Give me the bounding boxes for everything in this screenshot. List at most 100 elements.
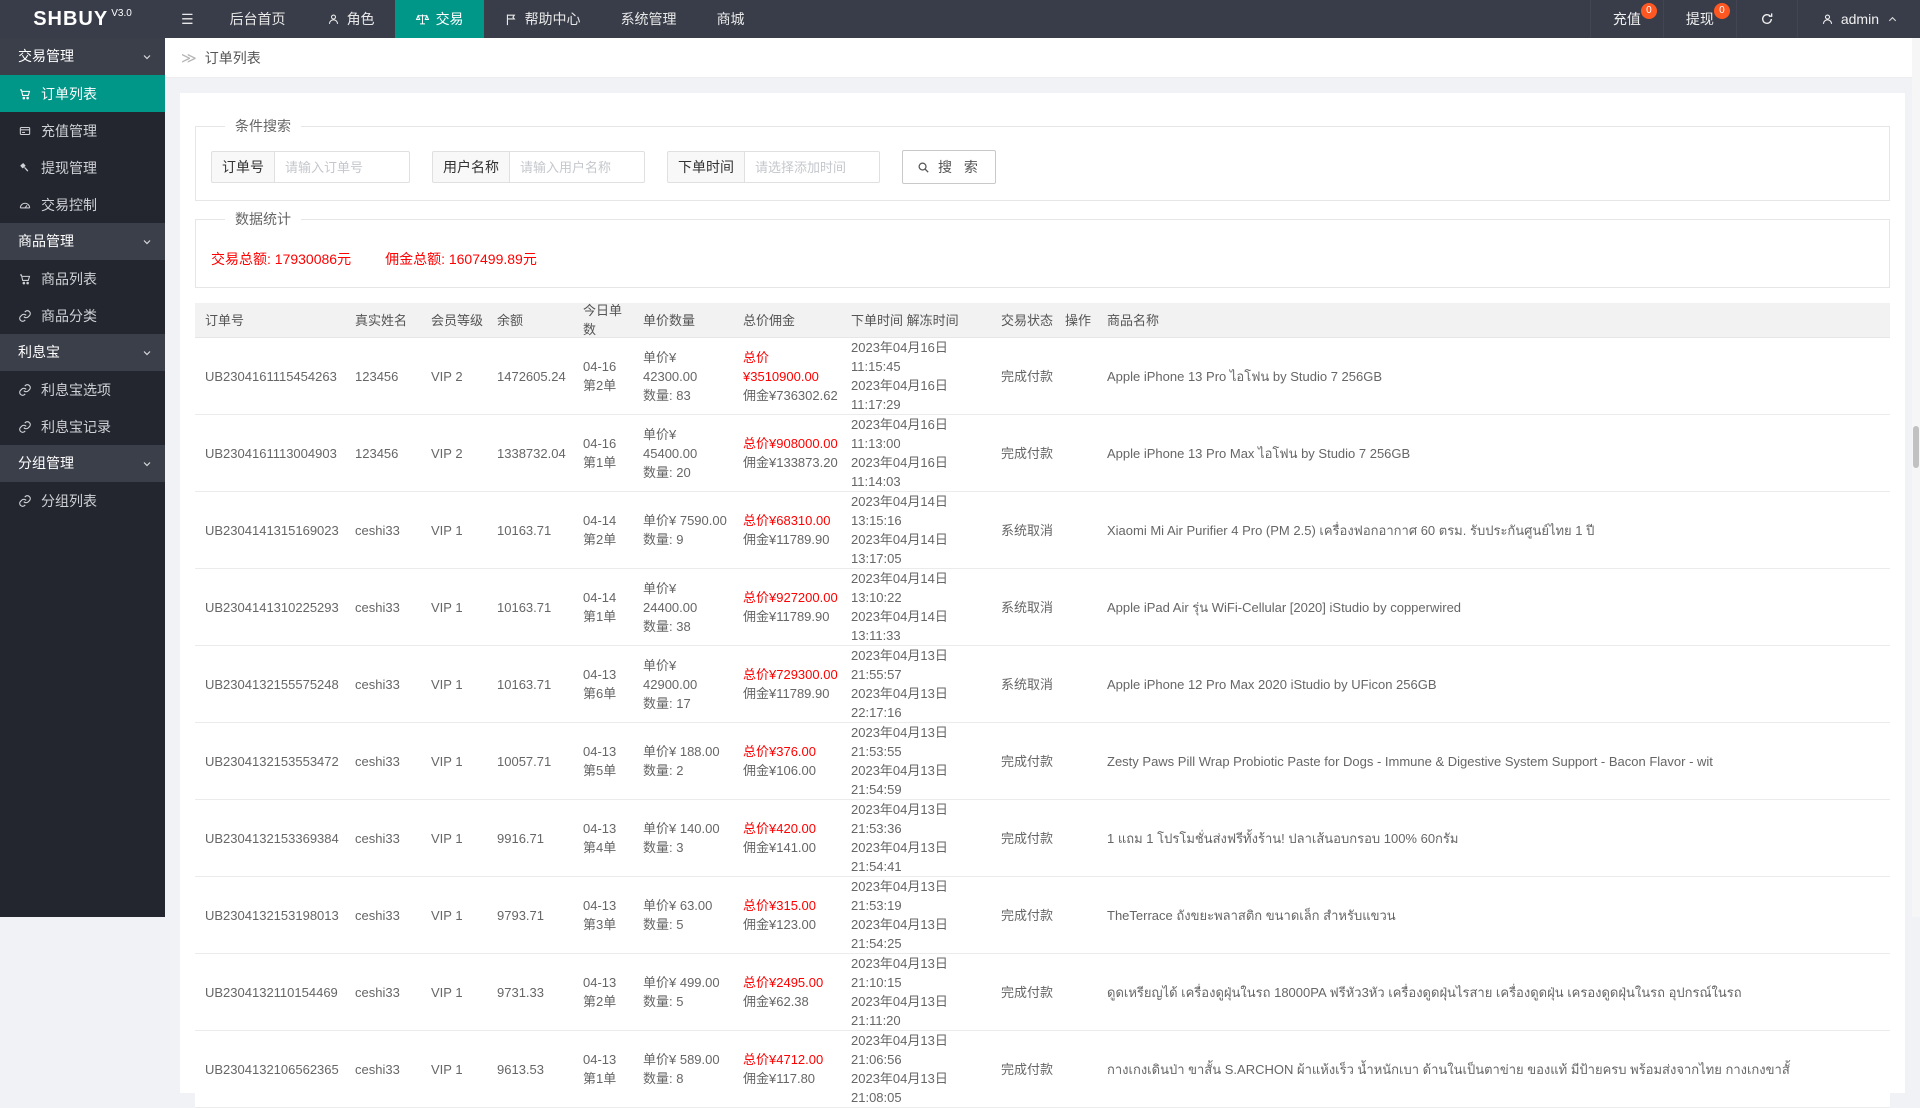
recharge-button[interactable]: 充值 0 — [1589, 0, 1663, 38]
cell-total-comm: 总价¥3510900.00 佣金¥736302.62 — [733, 348, 841, 405]
sidebar-item-interest-records[interactable]: 利息宝记录 — [0, 408, 165, 445]
cell-total-comm: 总价¥2495.00 佣金¥62.38 — [733, 973, 841, 1011]
stats-legend: 数据统计 — [235, 211, 291, 227]
unit-price: 单价¥ 7590.00 — [643, 513, 727, 528]
sidebar-item-withdraw-mgmt[interactable]: 提现管理 — [0, 149, 165, 186]
nav-item-dashboard[interactable]: 后台首页 — [210, 0, 306, 38]
cell-vip-level: VIP 1 — [431, 753, 463, 769]
cell-vip-level: VIP 1 — [431, 907, 463, 923]
sidebar-item-group-list[interactable]: 分组列表 — [0, 482, 165, 519]
search-form: 订单号 用户名称 下单时间 搜 索 — [211, 150, 1874, 184]
nav-label: 帮助中心 — [524, 11, 581, 27]
cell-order-no: UB2304132153198013 — [205, 907, 339, 923]
order-time: 2023年04月14日 13:15:16 — [851, 494, 948, 528]
group-label: 利息宝 — [18, 344, 60, 360]
cell-unit-qty: 单价¥ 188.00 数量: 2 — [633, 742, 733, 780]
nav-label: 系统管理 — [620, 11, 677, 27]
user-menu[interactable]: admin — [1796, 0, 1920, 38]
sidebar-group-trade-mgmt[interactable]: 交易管理 — [0, 38, 165, 75]
nav-item-help-center[interactable]: 帮助中心 — [484, 0, 601, 38]
username: admin — [1840, 11, 1879, 27]
cell-balance: 9916.71 — [497, 830, 544, 846]
item-label: 商品列表 — [41, 270, 97, 287]
cell-today: 04-13 第4单 — [573, 819, 633, 857]
withdraw-button[interactable]: 提现 0 — [1662, 0, 1736, 38]
cell-times: 2023年04月16日 11:13:00 2023年04月16日 11:14:0… — [841, 415, 991, 491]
total-price: 总价¥2495.00 — [743, 975, 824, 990]
cell-today: 04-13 第6单 — [573, 665, 633, 703]
cell-today: 04-16 第1单 — [573, 434, 633, 472]
cell-order-no: UB2304132106562365 — [205, 1061, 339, 1077]
scrollbar-thumb[interactable] — [1913, 426, 1919, 468]
cell-real-name: 123456 — [355, 368, 399, 384]
gauge-icon — [18, 198, 32, 212]
sidebar-item-product-category[interactable]: 商品分类 — [0, 297, 165, 334]
sidebar-item-recharge-mgmt[interactable]: 充值管理 — [0, 112, 165, 149]
unit-price: 单价¥ 42300.00 — [643, 349, 698, 384]
total-price: 总价¥68310.00 — [743, 513, 831, 528]
cell-unit-qty: 单价¥ 7590.00 数量: 9 — [633, 511, 733, 549]
sidebar-group-product-mgmt[interactable]: 商品管理 — [0, 223, 165, 260]
quantity: 数量: 5 — [643, 917, 684, 932]
col-status: 交易状态 — [1001, 312, 1054, 328]
refresh-button[interactable] — [1735, 0, 1797, 38]
order-date: 04-14 — [583, 590, 617, 605]
col-product: 商品名称 — [1107, 312, 1160, 328]
unit-price: 单价¥ 45400.00 — [643, 426, 698, 461]
cell-vip-level: VIP 2 — [431, 368, 463, 384]
username-input[interactable] — [509, 151, 645, 183]
cell-real-name: ceshi33 — [355, 676, 400, 692]
total-price: 总价¥927200.00 — [743, 590, 838, 605]
cell-real-name: ceshi33 — [355, 599, 400, 615]
total-price: 总价¥3510900.00 — [743, 349, 819, 384]
table-row: UB2304141315169023 ceshi33 VIP 1 10163.7… — [195, 492, 1890, 569]
chevron-down-icon — [141, 51, 153, 63]
cell-order-no: UB2304132153369384 — [205, 830, 339, 846]
order-seq: 第3单 — [583, 917, 617, 932]
order-date: 04-13 — [583, 975, 617, 990]
sidebar-item-interest-options[interactable]: 利息宝选项 — [0, 371, 165, 408]
order-time: 2023年04月13日 21:55:57 — [851, 648, 948, 682]
nav-item-mall[interactable]: 商城 — [697, 0, 765, 38]
main-content: ≫ 订单列表 条件搜索 订单号 用户名称 下单时间 — [165, 38, 1920, 1108]
cell-real-name: ceshi33 — [355, 1061, 400, 1077]
group-label: 商品管理 — [18, 233, 74, 249]
table-row: UB2304132153198013 ceshi33 VIP 1 9793.71… — [195, 877, 1890, 954]
username-label: 用户名称 — [432, 151, 509, 183]
chevron-down-icon — [141, 458, 153, 470]
item-label: 交易控制 — [41, 196, 97, 213]
table-row: UB2304132155575248 ceshi33 VIP 1 10163.7… — [195, 646, 1890, 723]
link-icon — [18, 309, 32, 323]
item-label: 分组列表 — [41, 492, 97, 509]
cell-today: 04-13 第5单 — [573, 742, 633, 780]
sidebar-item-trade-control[interactable]: 交易控制 — [0, 186, 165, 223]
order-time-input[interactable] — [744, 151, 880, 183]
sidebar-group-group-mgmt[interactable]: 分组管理 — [0, 445, 165, 482]
cell-balance: 10057.71 — [497, 753, 552, 769]
cell-unit-qty: 单价¥ 24400.00 数量: 38 — [633, 579, 733, 636]
nav-item-roles[interactable]: 角色 — [306, 0, 395, 38]
username-field: 用户名称 — [432, 151, 645, 183]
sidebar-group-interest[interactable]: 利息宝 — [0, 334, 165, 371]
order-seq: 第1单 — [583, 455, 617, 470]
link-icon — [18, 383, 32, 397]
cell-status: 完成付款 — [1001, 830, 1054, 846]
table-row: UB2304141310225293 ceshi33 VIP 1 10163.7… — [195, 569, 1890, 646]
vertical-scrollbar — [1912, 38, 1920, 917]
person-icon — [1820, 12, 1835, 27]
order-no-input[interactable] — [274, 151, 410, 183]
col-actions: 操作 — [1065, 312, 1092, 328]
unfreeze-time: 2023年04月13日 22:17:16 — [851, 686, 948, 720]
unit-price: 单价¥ 63.00 — [643, 898, 713, 913]
hamburger-button[interactable]: ☰ — [165, 0, 210, 38]
search-button[interactable]: 搜 索 — [902, 150, 996, 184]
sidebar-item-product-list[interactable]: 商品列表 — [0, 260, 165, 297]
total-price: 总价¥729300.00 — [743, 667, 838, 682]
table-row: UB2304132110154469 ceshi33 VIP 1 9731.33… — [195, 954, 1890, 1031]
sidebar-item-order-list[interactable]: 订单列表 — [0, 75, 165, 112]
order-seq: 第6单 — [583, 686, 617, 701]
nav-item-trade[interactable]: 交易 — [394, 0, 484, 38]
nav-item-system[interactable]: 系统管理 — [601, 0, 697, 38]
cell-total-comm: 总价¥420.00 佣金¥141.00 — [733, 819, 841, 857]
unit-price: 单价¥ 188.00 — [643, 744, 720, 759]
